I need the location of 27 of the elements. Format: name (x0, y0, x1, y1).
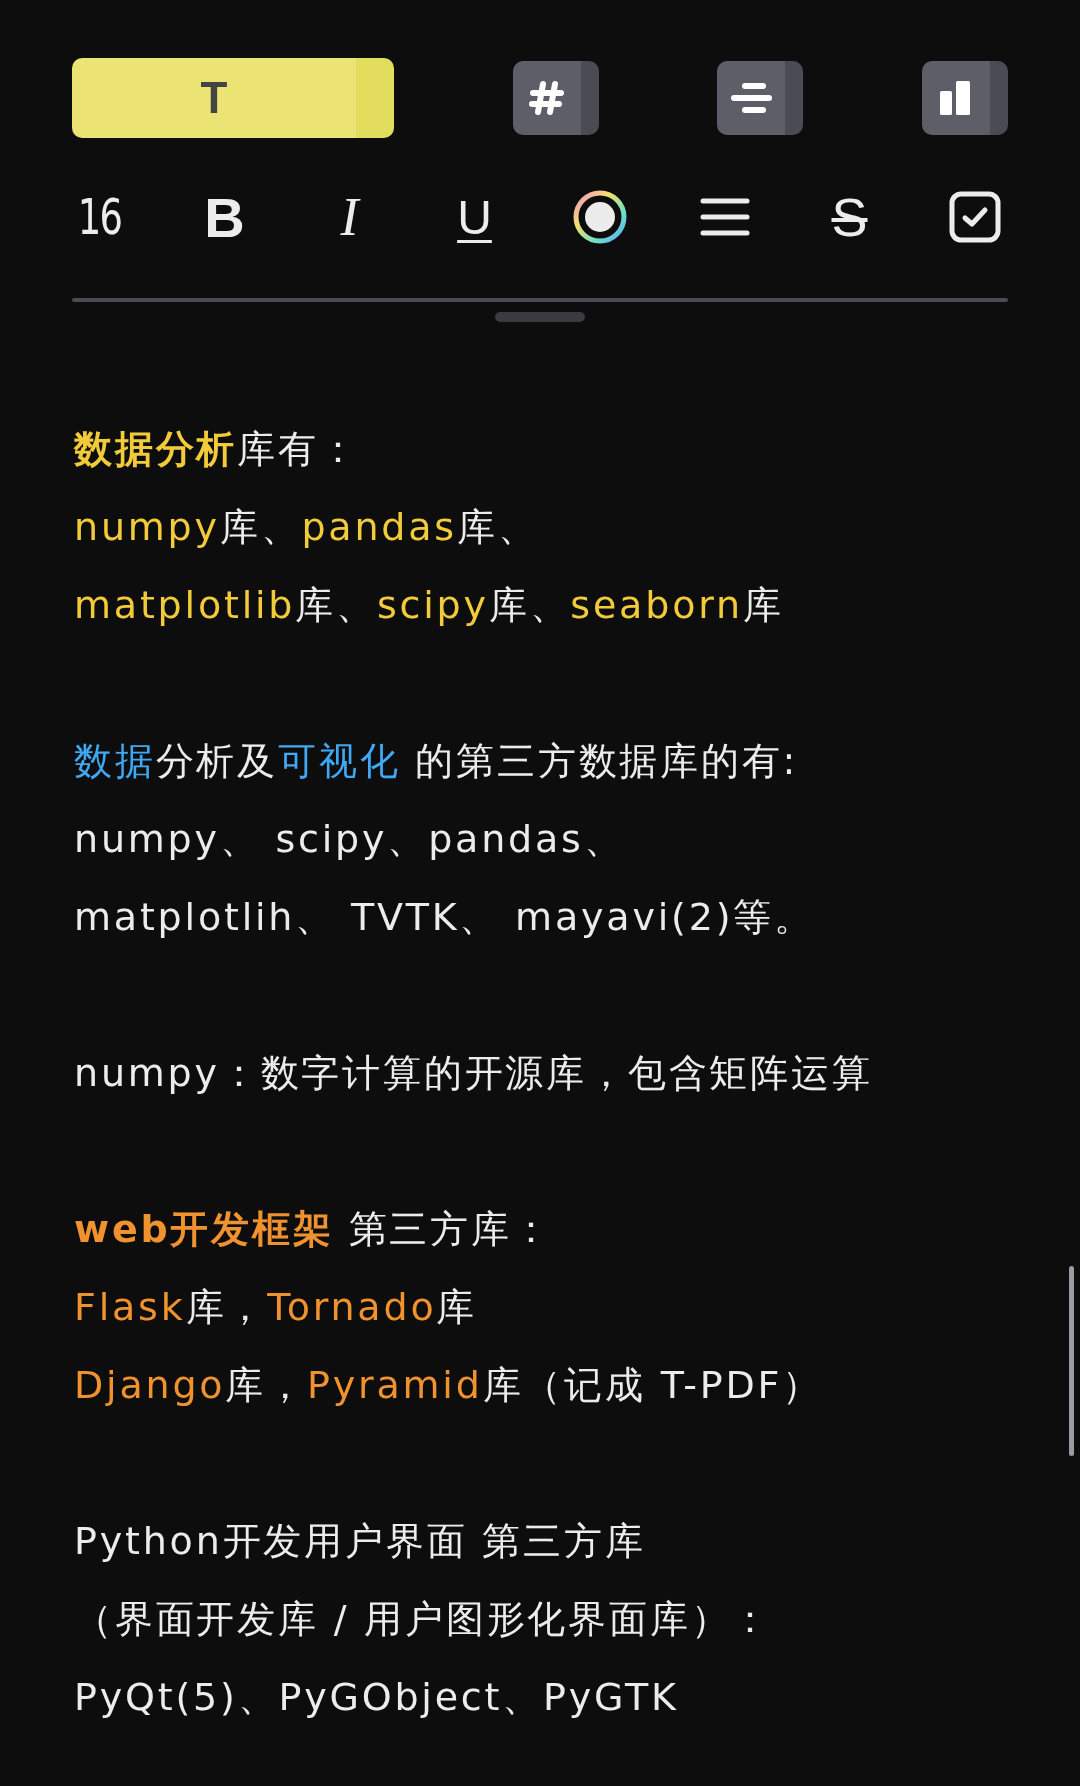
text-line: web开发框架 第三方库： (74, 1206, 554, 1253)
text-line: 数据分析及可视化 的第三方数据库的有: (74, 738, 800, 785)
text-line: PyQt(5)、PyGObject、PyGTK (74, 1674, 680, 1721)
checkbox-icon[interactable] (948, 191, 1001, 243)
layout-mode-tab[interactable] (921, 61, 1008, 135)
text-line: numpy：数字计算的开源库，包含矩阵运算 (74, 1050, 874, 1097)
italic-button[interactable]: I (336, 182, 363, 252)
align-icon[interactable] (699, 196, 750, 238)
list-mode-tab[interactable] (717, 61, 804, 135)
text-line: Flask库，Tornado库 (74, 1284, 479, 1331)
text-mode-tab[interactable]: T (72, 58, 394, 138)
text-line: matplotlih、 TVTK、 mayavi(2)等。 (74, 894, 816, 941)
color-picker-icon[interactable] (571, 189, 628, 245)
bold-button[interactable]: B (200, 182, 249, 252)
text-line: 数据分析库有： (74, 426, 361, 473)
drag-handle[interactable] (495, 312, 585, 322)
font-size-button[interactable]: 16 (74, 182, 125, 252)
hash-icon (526, 78, 567, 118)
underline-button[interactable]: U (453, 182, 496, 252)
strikethrough-button[interactable]: S (827, 182, 872, 252)
text-line: Django库，Pyramid库（记成 T-PDF） (74, 1362, 824, 1409)
tag-mode-tab[interactable] (512, 61, 599, 135)
text-line: numpy、 scipy、pandas、 (74, 816, 626, 863)
text-line: （界面开发库 / 用户图形化界面库）： (74, 1596, 774, 1643)
text-line: numpy库、pandas库、 (74, 504, 540, 551)
text-line: Python开发用户界面 第三方库 (74, 1518, 647, 1565)
text-line: matplotlib库、scipy库、seaborn库 (74, 582, 785, 629)
